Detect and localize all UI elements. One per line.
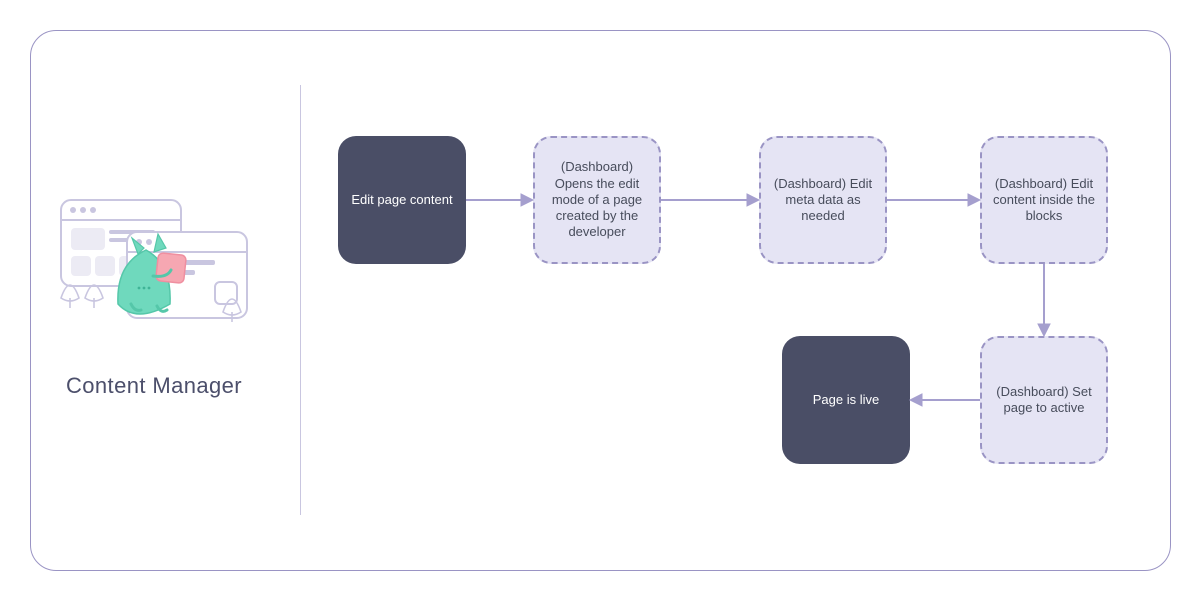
flow-step-page-is-live: Page is live <box>782 336 910 464</box>
left-column: Content Manager <box>30 30 278 571</box>
flow-step-edit-meta-data: (Dashboard) Edit meta data as needed <box>759 136 887 264</box>
arrow-b5-b6 <box>910 393 980 407</box>
flow-step-edit-content-blocks: (Dashboard) Edit content inside the bloc… <box>980 136 1108 264</box>
flow-step-label: (Dashboard) Opens the edit mode of a pag… <box>545 159 649 240</box>
flow-step-label: (Dashboard) Edit content inside the bloc… <box>992 176 1096 225</box>
content-manager-illustration <box>49 180 259 340</box>
flow-step-edit-page-content: Edit page content <box>338 136 466 264</box>
flow-step-label: (Dashboard) Set page to active <box>992 384 1096 417</box>
left-title: Content Manager <box>30 373 278 399</box>
flow-step-set-page-active: (Dashboard) Set page to active <box>980 336 1108 464</box>
flow-step-label: Page is live <box>813 392 879 408</box>
arrow-b1-b2 <box>466 193 533 207</box>
vertical-divider <box>300 85 301 515</box>
flow-step-label: Edit page content <box>351 192 452 208</box>
flow-step-label: (Dashboard) Edit meta data as needed <box>771 176 875 225</box>
flow-step-open-edit-mode: (Dashboard) Opens the edit mode of a pag… <box>533 136 661 264</box>
arrow-b4-b5 <box>1037 264 1051 336</box>
arrow-b2-b3 <box>661 193 759 207</box>
arrow-b3-b4 <box>887 193 980 207</box>
